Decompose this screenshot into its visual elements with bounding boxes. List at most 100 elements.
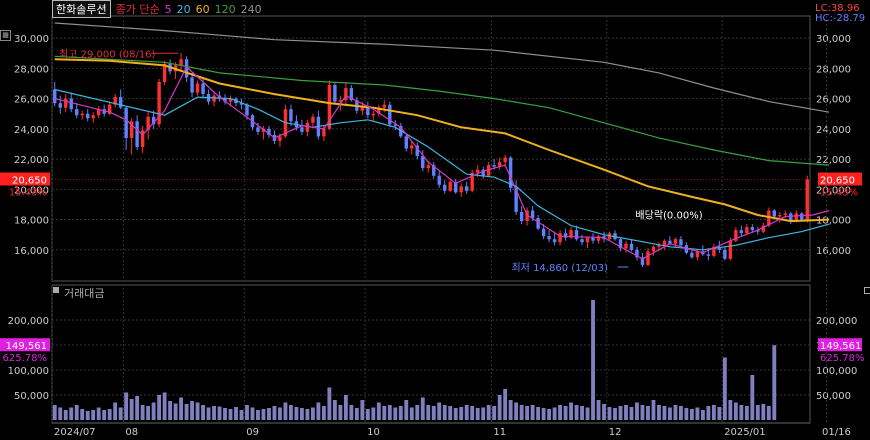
candle-body[interactable] <box>585 237 590 243</box>
candle-body[interactable] <box>212 95 216 102</box>
candle-body[interactable] <box>800 213 804 220</box>
volume-bar[interactable] <box>250 407 255 421</box>
volume-bar[interactable] <box>640 405 645 420</box>
stock-name[interactable]: 한화솔루션 <box>52 0 111 18</box>
volume-bar[interactable] <box>135 396 140 420</box>
candle-body[interactable] <box>80 113 84 116</box>
volume-bar[interactable] <box>755 405 760 420</box>
candle-body[interactable] <box>772 210 776 217</box>
volume-bar[interactable] <box>442 405 447 420</box>
volume-bar[interactable] <box>299 408 304 420</box>
candle-body[interactable] <box>492 165 496 167</box>
volume-bar[interactable] <box>635 402 639 421</box>
candle-body[interactable] <box>404 136 408 149</box>
volume-bar[interactable] <box>184 404 189 420</box>
volume-bar[interactable] <box>129 399 134 420</box>
volume-bar[interactable] <box>228 409 233 420</box>
volume-bar[interactable] <box>668 407 672 421</box>
volume-bar[interactable] <box>678 406 683 420</box>
volume-bar[interactable] <box>646 406 650 420</box>
chart-canvas[interactable]: 30,000 30,000 28,000 28,000 26,000 26,000 24,0… <box>0 0 870 440</box>
volume-bar[interactable] <box>525 406 530 420</box>
candle-body[interactable] <box>443 184 447 191</box>
candle-body[interactable] <box>475 169 480 173</box>
panel-resize-icon[interactable] <box>864 287 870 294</box>
candle-body[interactable] <box>322 128 326 137</box>
volume-bar[interactable] <box>245 405 249 420</box>
volume-bar[interactable] <box>393 407 398 421</box>
volume-bar[interactable] <box>657 405 661 420</box>
candle-body[interactable] <box>580 239 584 243</box>
volume-bar[interactable] <box>437 402 442 421</box>
volume-bar[interactable] <box>179 397 184 421</box>
candle-body[interactable] <box>289 109 293 122</box>
candle-body[interactable] <box>778 215 782 217</box>
volume-bar[interactable] <box>124 392 129 421</box>
candle-body[interactable] <box>690 252 694 258</box>
volume-bar[interactable] <box>321 406 326 420</box>
volume-bar[interactable] <box>354 408 359 420</box>
volume-bar[interactable] <box>673 405 678 420</box>
candle-body[interactable] <box>311 116 315 123</box>
volume-bar[interactable] <box>536 407 541 420</box>
volume-bar[interactable] <box>206 407 211 421</box>
volume-bar[interactable] <box>722 357 727 421</box>
volume-bar[interactable] <box>52 405 57 420</box>
volume-bar[interactable] <box>349 405 354 420</box>
volume-bar[interactable] <box>234 407 238 420</box>
candle-body[interactable] <box>723 249 727 259</box>
volume-bar[interactable] <box>415 405 420 420</box>
volume-bar[interactable] <box>689 409 694 420</box>
candle-body[interactable] <box>64 98 68 108</box>
candle-body[interactable] <box>245 104 249 116</box>
candle-body[interactable] <box>750 227 755 231</box>
volume-bar[interactable] <box>283 402 288 421</box>
volume-bar[interactable] <box>596 400 601 420</box>
volume-bar[interactable] <box>431 406 436 420</box>
candle-body[interactable] <box>547 236 551 240</box>
volume-bar[interactable] <box>382 406 387 420</box>
volume-bar[interactable] <box>717 407 722 420</box>
candle-body[interactable] <box>783 213 787 216</box>
volume-bar[interactable] <box>481 407 486 421</box>
volume-bar[interactable] <box>744 406 749 420</box>
volume-bar[interactable] <box>173 403 178 421</box>
volume-bar[interactable] <box>310 407 315 421</box>
volume-bar[interactable] <box>63 410 68 420</box>
volume-bar[interactable] <box>486 405 491 420</box>
volume-bar[interactable] <box>772 345 777 420</box>
volume-bar[interactable] <box>448 406 453 420</box>
volume-bar[interactable] <box>514 402 519 421</box>
volume-bar[interactable] <box>607 407 612 420</box>
candle-body[interactable] <box>421 156 425 169</box>
candle-body[interactable] <box>437 175 441 185</box>
volume-bar[interactable] <box>591 300 595 420</box>
volume-bar[interactable] <box>332 400 337 420</box>
candle-body[interactable] <box>739 230 744 234</box>
candle-body[interactable] <box>256 127 260 132</box>
candle-body[interactable] <box>305 122 310 132</box>
candle-body[interactable] <box>596 236 601 241</box>
volume-bar[interactable] <box>387 405 392 420</box>
candle-body[interactable] <box>86 113 90 119</box>
volume-bar[interactable] <box>365 409 370 420</box>
volume-bar[interactable] <box>85 411 90 420</box>
volume-bar[interactable] <box>602 404 606 420</box>
volume-bar[interactable] <box>338 405 343 420</box>
volume-bar[interactable] <box>162 392 167 421</box>
volume-bar[interactable] <box>464 405 469 420</box>
volume-bar[interactable] <box>459 407 464 420</box>
candle-body[interactable] <box>459 186 463 193</box>
candle-body[interactable] <box>300 127 304 132</box>
candle-body[interactable] <box>124 107 128 138</box>
volume-bar[interactable] <box>552 407 557 421</box>
volume-bar[interactable] <box>618 406 623 420</box>
volume-bar[interactable] <box>305 409 310 420</box>
volume-bar[interactable] <box>118 407 123 421</box>
volume-bar[interactable] <box>613 408 617 420</box>
candle-body[interactable] <box>278 136 282 141</box>
volume-bar[interactable] <box>195 402 200 421</box>
volume-bar[interactable] <box>217 406 222 421</box>
volume-bar[interactable] <box>492 406 497 420</box>
volume-bar[interactable] <box>700 410 705 420</box>
